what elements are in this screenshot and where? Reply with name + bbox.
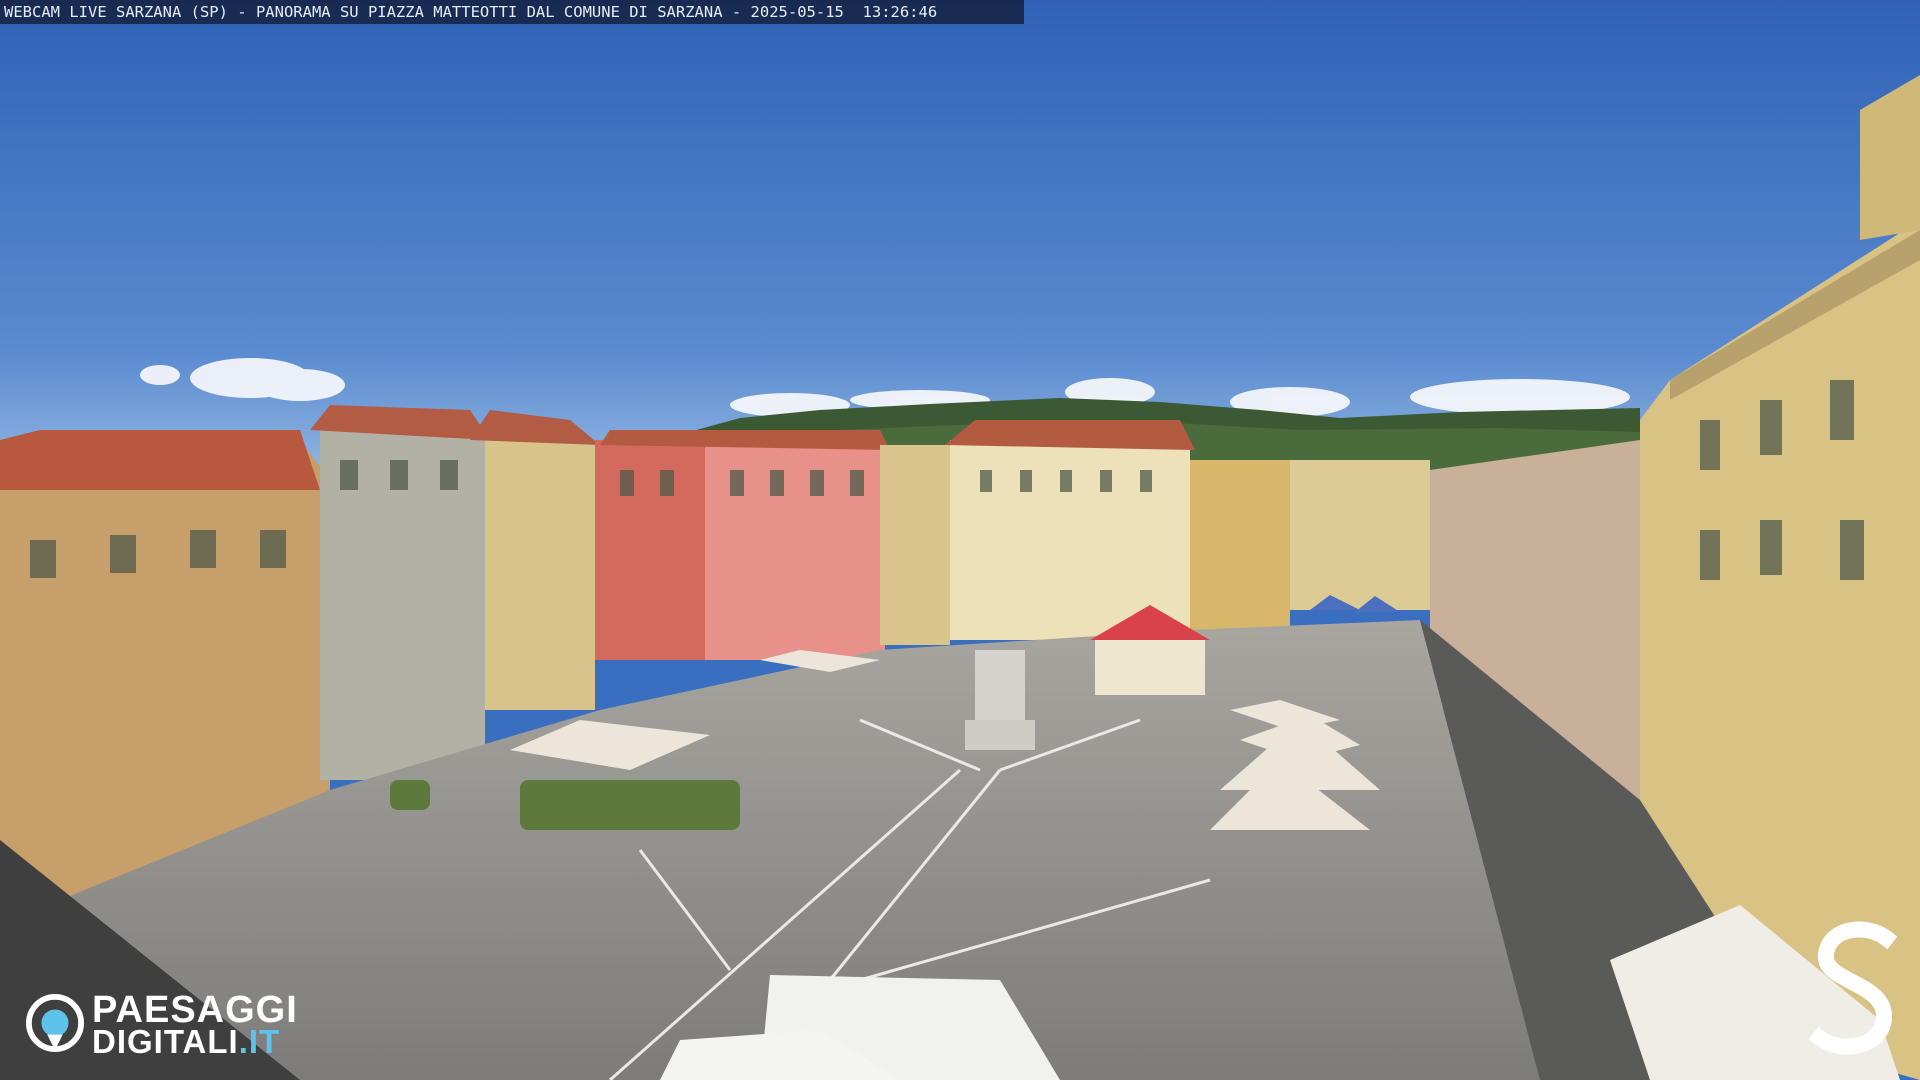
logo-line-2-main: DIGITALI xyxy=(92,1023,239,1060)
webcam-frame: WEBCAM LIVE SARZANA (SP) - PANORAMA SU P… xyxy=(0,0,1920,1080)
eye-camera-icon xyxy=(26,994,84,1052)
paesaggi-digitali-logo: PAESAGGI DIGITALI.IT xyxy=(26,990,336,1060)
logo-line-2-ext: .IT xyxy=(238,1023,281,1060)
piazza-scene-image xyxy=(0,0,1920,1080)
letter-s-mark xyxy=(1808,921,1898,1055)
logo-line-2: DIGITALI.IT xyxy=(92,1024,280,1060)
webcam-caption: WEBCAM LIVE SARZANA (SP) - PANORAMA SU P… xyxy=(0,0,1024,24)
